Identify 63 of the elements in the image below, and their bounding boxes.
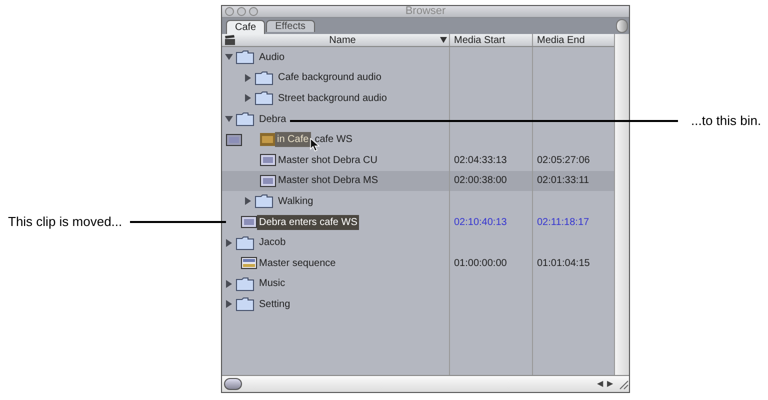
callout-text: ...to this bin.	[691, 112, 762, 130]
folder-icon	[236, 50, 254, 64]
disclosure-triangle-icon[interactable]	[225, 238, 233, 247]
minimize-icon[interactable]	[237, 7, 246, 16]
drag-label: in Cafe	[275, 132, 311, 148]
vertical-scrollbar[interactable]	[614, 34, 629, 375]
item-name[interactable]: Cafe background audio	[278, 70, 382, 86]
timecode-cell: 02:10:40:13	[454, 216, 507, 228]
item-name[interactable]: Walking	[278, 194, 314, 209]
timecode-cell: 02:04:33:13	[454, 154, 507, 166]
resize-grip-icon[interactable]	[617, 378, 629, 390]
folder-icon	[255, 194, 273, 208]
column-header[interactable]: Media End	[537, 32, 585, 48]
disclosure-triangle-icon[interactable]	[244, 94, 252, 102]
item-name[interactable]: Street background audio	[278, 90, 387, 106]
column-header[interactable]: Name	[329, 32, 356, 48]
timecode-cell: 02:00:38:00	[454, 175, 507, 186]
item-name[interactable]: Setting	[259, 296, 290, 312]
item-name[interactable]: Audio	[259, 50, 285, 65]
scroll-right-button[interactable]: ▶	[605, 378, 615, 390]
horizontal-scrollbar[interactable]: ◀ ▶	[222, 375, 629, 392]
disclosure-triangle-icon[interactable]	[225, 280, 233, 288]
film-clip-icon	[260, 154, 276, 166]
item-name[interactable]: Jacob	[259, 235, 286, 250]
item-name[interactable]: Master sequence	[259, 256, 336, 271]
film-clip-icon	[241, 216, 257, 228]
folder-icon	[255, 91, 273, 106]
tab[interactable]: Cafe	[226, 20, 266, 34]
folder-icon	[236, 276, 254, 291]
sort-icon[interactable]	[440, 37, 447, 43]
zoom-icon[interactable]	[249, 7, 258, 16]
folder-icon	[236, 236, 254, 250]
drag-thumbnail-icon	[260, 133, 275, 146]
item-name[interactable]: Music	[259, 276, 286, 292]
timecode-cell: 02:01:33:11	[537, 175, 590, 186]
scroll-thumb[interactable]	[616, 19, 628, 33]
disclosure-triangle-icon[interactable]	[225, 53, 233, 62]
scroll-left-button[interactable]: ◀	[595, 378, 605, 390]
clapper-icon[interactable]	[224, 34, 236, 46]
film-clip-icon	[260, 174, 276, 187]
timecode-cell: 02:11:18:17	[537, 216, 590, 228]
film-clip-icon	[226, 134, 242, 146]
item-name[interactable]: Debra	[259, 112, 286, 127]
timecode-cell: 01:01:04:15	[537, 258, 590, 269]
disclosure-triangle-icon[interactable]	[225, 300, 233, 308]
item-name[interactable]: Master shot Debra CU	[278, 152, 378, 168]
window-title: Browser	[405, 6, 446, 20]
folder-icon	[236, 297, 254, 312]
column-header[interactable]: Media Start	[454, 32, 506, 48]
sequence-icon	[241, 257, 257, 270]
disclosure-triangle-icon[interactable]	[244, 74, 252, 82]
disclosure-triangle-icon[interactable]	[225, 115, 233, 124]
item-name[interactable]: Debra enters cafe WS	[257, 214, 360, 230]
disclosure-triangle-icon[interactable]	[244, 197, 252, 206]
timecode-cell: 01:00:00:00	[454, 258, 507, 269]
item-name[interactable]: Master shot Debra MS	[278, 173, 378, 188]
folder-icon	[255, 70, 273, 85]
tab[interactable]: Effects	[266, 20, 315, 32]
timecode-cell: 02:05:27:06	[537, 154, 590, 166]
callout-text: This clip is moved...	[8, 213, 122, 231]
scroll-thumb[interactable]	[224, 378, 242, 390]
folder-icon	[236, 112, 254, 126]
close-icon[interactable]	[225, 7, 234, 16]
